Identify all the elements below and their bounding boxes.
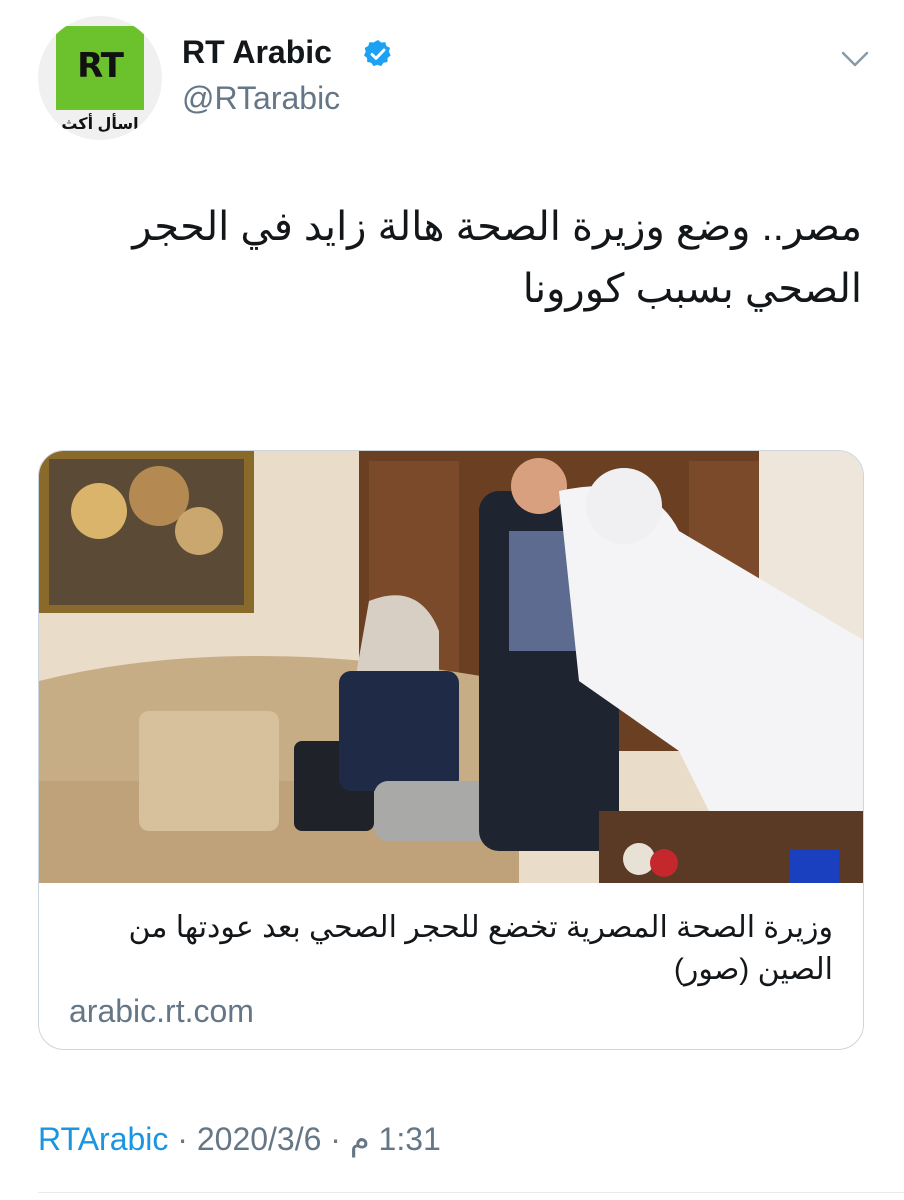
verified-badge-icon (364, 40, 391, 67)
card-title[interactable]: وزيرة الصحة المصرية تخضع للحجر الصحي بعد… (63, 907, 833, 991)
card-photo (39, 451, 863, 883)
link-card[interactable]: وزيرة الصحة المصرية تخضع للحجر الصحي بعد… (38, 450, 864, 1050)
tweet-date[interactable]: 2020/3/6 (197, 1121, 322, 1157)
source-link[interactable]: RTArabic (38, 1121, 168, 1157)
rt-logo-text: RT (77, 46, 124, 86)
divider (38, 1192, 904, 1193)
card-domain[interactable]: arabic.rt.com (69, 993, 254, 1030)
account-handle[interactable]: @RTarabic (182, 80, 340, 117)
avatar[interactable]: RT اسأل أكث (38, 16, 162, 140)
tweet-meta: RTArabic · 2020/3/6 · 1:31 م (38, 1120, 441, 1158)
meta-separator: · (168, 1121, 197, 1157)
tweet-text: مصر.. وضع وزيرة الصحة هالة زايد في الحجر… (132, 205, 862, 311)
chevron-down-icon[interactable] (840, 48, 870, 70)
tweet-time[interactable]: 1:31 م (350, 1121, 441, 1157)
account-name[interactable]: RT Arabic (182, 34, 332, 71)
avatar-tagline: اسأل أكث (61, 116, 139, 133)
meta-separator: · (321, 1121, 350, 1157)
